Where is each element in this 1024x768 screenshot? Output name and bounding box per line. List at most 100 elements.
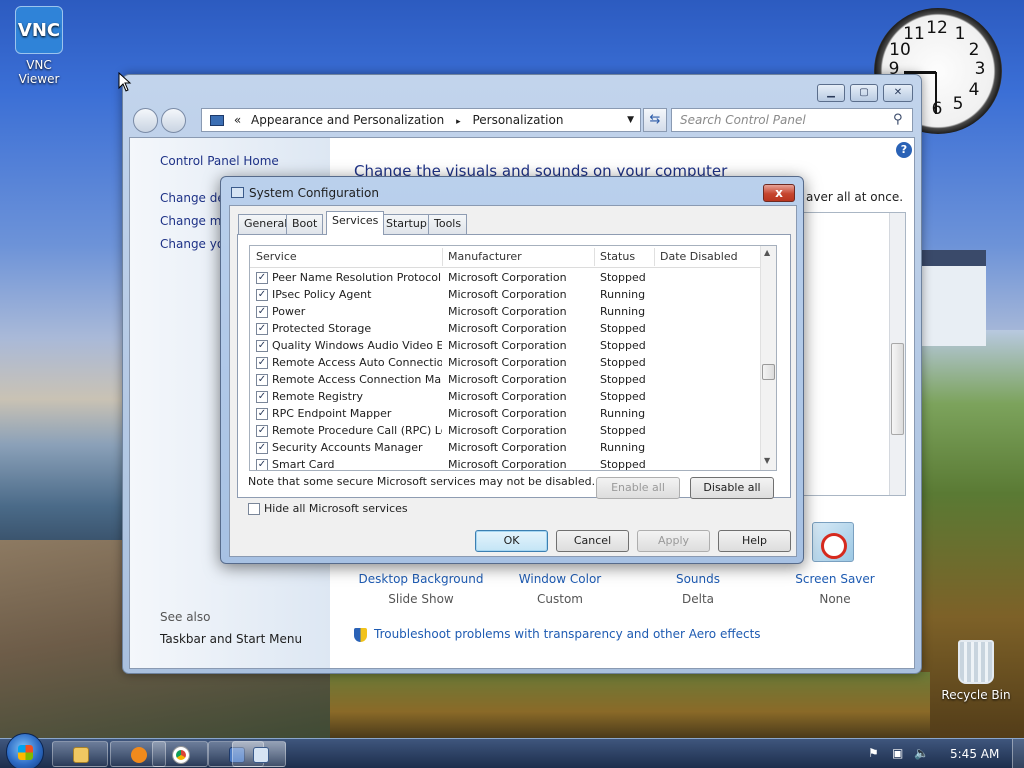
service-manufacturer: Microsoft Corporation: [448, 407, 567, 420]
volume-icon[interactable]: 🔈: [914, 746, 929, 760]
service-row[interactable]: ✓ Smart Card Microsoft Corporation Stopped: [250, 457, 762, 470]
no-entry-icon: [821, 533, 847, 559]
link-troubleshoot-aero[interactable]: Troubleshoot problems with transparency …: [374, 627, 761, 641]
service-checkbox[interactable]: ✓: [256, 289, 268, 301]
column-header-service[interactable]: Service: [256, 250, 297, 263]
link-sounds[interactable]: Sounds: [638, 572, 758, 586]
minimize-button[interactable]: ▁: [817, 84, 845, 102]
dialog-body: General Boot Services Startup Tools Serv…: [229, 205, 797, 557]
help-button[interactable]: Help: [718, 530, 791, 552]
search-icon[interactable]: ⚲: [893, 112, 903, 127]
apply-button[interactable]: Apply: [637, 530, 710, 552]
enable-all-button[interactable]: Enable all: [596, 477, 680, 499]
address-bar[interactable]: « Appearance and Personalization ▸ Perso…: [201, 108, 641, 132]
taskbar-chrome-button[interactable]: [152, 741, 208, 767]
link-window-color[interactable]: Window Color: [500, 572, 620, 586]
theme-list-scrollbar[interactable]: [889, 213, 905, 495]
service-row[interactable]: ✓ Remote Access Connection Man... Microsof…: [250, 372, 762, 389]
tab-boot[interactable]: Boot: [286, 214, 324, 234]
clock-number: 6: [926, 99, 948, 119]
service-name: Remote Registry: [272, 390, 363, 403]
taskbar-msconfig-button[interactable]: [232, 741, 286, 767]
link-desktop-background[interactable]: Desktop Background: [356, 572, 486, 586]
clock-number: 11: [903, 24, 925, 44]
action-center-flag-icon[interactable]: ⚑: [868, 746, 879, 760]
breadcrumb-appearance[interactable]: Appearance and Personalization: [251, 113, 444, 127]
show-desktop-button[interactable]: [1012, 739, 1024, 768]
service-row[interactable]: ✓ IPsec Policy Agent Microsoft Corporation…: [250, 287, 762, 304]
column-header-manufacturer[interactable]: Manufacturer: [448, 250, 522, 263]
column-divider: [442, 248, 443, 266]
desktop-icon-recycle-bin[interactable]: Recycle Bin: [940, 640, 1012, 702]
column-header-status[interactable]: Status: [600, 250, 635, 263]
link-control-panel-home[interactable]: Control Panel Home: [160, 154, 279, 168]
service-row[interactable]: ✓ Peer Name Resolution Protocol Microsoft …: [250, 270, 762, 287]
start-button[interactable]: [6, 733, 44, 768]
tab-tools[interactable]: Tools: [428, 214, 468, 234]
service-checkbox[interactable]: ✓: [256, 272, 268, 284]
hide-ms-services-checkbox[interactable]: [248, 503, 260, 515]
scroll-up-icon[interactable]: ▲: [764, 248, 770, 257]
services-list-scrollbar[interactable]: ▲ ▼: [760, 246, 776, 470]
mouse-cursor-icon: [118, 72, 132, 92]
vnc-logo-icon: VNC: [15, 6, 63, 54]
link-screen-saver[interactable]: Screen Saver: [778, 572, 892, 586]
service-checkbox[interactable]: ✓: [256, 306, 268, 318]
breadcrumb-personalization[interactable]: Personalization: [472, 113, 563, 127]
clock-time[interactable]: 5:45 AM: [950, 747, 999, 761]
disable-all-button[interactable]: Disable all: [690, 477, 774, 499]
desktop-wallpaper-house: [922, 250, 986, 346]
service-checkbox[interactable]: ✓: [256, 459, 268, 470]
shield-icon: [354, 628, 367, 642]
service-row[interactable]: ✓ Protected Storage Microsoft Corporation S…: [250, 321, 762, 338]
service-row[interactable]: ✓ Quality Windows Audio Video Ex... Micros…: [250, 338, 762, 355]
service-row[interactable]: ✓ Security Accounts Manager Microsoft Corp…: [250, 440, 762, 457]
services-note: Note that some secure Microsoft services…: [248, 475, 596, 488]
tab-startup[interactable]: Startup: [380, 214, 433, 234]
services-list[interactable]: Service Manufacturer Status Date Disable…: [249, 245, 777, 471]
desktop-icon-vnc-viewer[interactable]: VNC VNC Viewer: [4, 6, 74, 86]
hide-ms-services-label[interactable]: Hide all Microsoft services: [264, 502, 408, 515]
service-checkbox[interactable]: ✓: [256, 408, 268, 420]
tab-services[interactable]: Services: [326, 211, 385, 235]
service-manufacturer: Microsoft Corporation: [448, 305, 567, 318]
cancel-button[interactable]: Cancel: [556, 530, 629, 552]
service-manufacturer: Microsoft Corporation: [448, 339, 567, 352]
scroll-down-icon[interactable]: ▼: [764, 456, 770, 465]
service-checkbox[interactable]: ✓: [256, 340, 268, 352]
link-change-mouse-pointers[interactable]: Change mo: [160, 214, 229, 228]
back-button[interactable]: [133, 108, 158, 133]
refresh-icon[interactable]: ⇆: [643, 108, 667, 132]
service-checkbox[interactable]: ✓: [256, 425, 268, 437]
help-icon[interactable]: ?: [896, 142, 912, 158]
search-input[interactable]: Search Control Panel: [671, 108, 913, 132]
scroll-thumb[interactable]: [762, 364, 775, 380]
service-row[interactable]: ✓ Power Microsoft Corporation Running: [250, 304, 762, 321]
clock-number: 3: [974, 59, 986, 79]
service-status: Running: [600, 288, 646, 301]
chrome-icon: [173, 747, 189, 763]
taskbar-explorer-button[interactable]: [52, 741, 108, 767]
dialog-close-button[interactable]: x: [763, 184, 795, 202]
service-row[interactable]: ✓ Remote Procedure Call (RPC) Lo... Micros…: [250, 423, 762, 440]
forward-button[interactable]: [161, 108, 186, 133]
service-row[interactable]: ✓ Remote Access Auto Connection... Microso…: [250, 355, 762, 372]
column-header-date-disabled[interactable]: Date Disabled: [660, 250, 738, 263]
ok-button[interactable]: OK: [475, 530, 548, 552]
address-dropdown-icon[interactable]: ▼: [627, 109, 634, 131]
maximize-button[interactable]: ▢: [850, 84, 878, 102]
service-checkbox[interactable]: ✓: [256, 374, 268, 386]
service-checkbox[interactable]: ✓: [256, 323, 268, 335]
screen-saver-icon[interactable]: [812, 522, 854, 562]
scroll-thumb[interactable]: [891, 343, 904, 435]
service-row[interactable]: ✓ RPC Endpoint Mapper Microsoft Corporatio…: [250, 406, 762, 423]
network-icon[interactable]: ▣: [892, 746, 903, 760]
service-checkbox[interactable]: ✓: [256, 357, 268, 369]
service-row[interactable]: ✓ Remote Registry Microsoft Corporation Sto…: [250, 389, 762, 406]
service-checkbox[interactable]: ✓: [256, 442, 268, 454]
service-name: IPsec Policy Agent: [272, 288, 372, 301]
close-button[interactable]: ✕: [883, 84, 913, 102]
link-taskbar-start-menu[interactable]: Taskbar and Start Menu: [160, 632, 302, 646]
theme-list[interactable]: [800, 212, 906, 496]
service-checkbox[interactable]: ✓: [256, 391, 268, 403]
